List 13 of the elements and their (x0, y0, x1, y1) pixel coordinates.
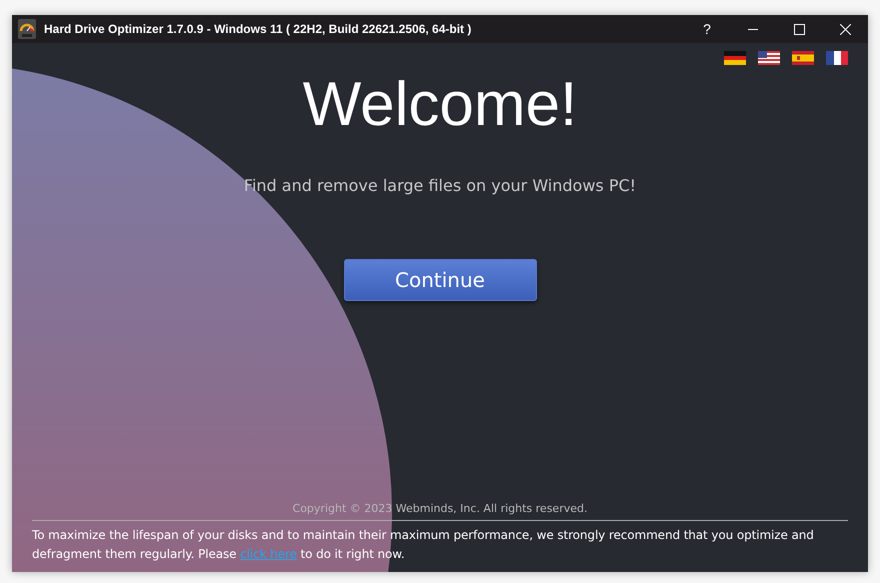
notice-text: To maximize the lifespan of your disks and to maintain their maximum performance, we strongly recommend that you optimize and defragment them regularly. Please click here to do it right now. (32, 527, 815, 563)
continue-button[interactable]: Continue (344, 259, 536, 301)
french-flag-icon[interactable] (826, 51, 848, 65)
german-flag-icon[interactable] (724, 51, 746, 65)
copyright-text: Copyright © 2023 Webminds, Inc. All rights reserved. (292, 502, 588, 515)
help-button[interactable]: ? (684, 15, 730, 43)
close-icon (840, 24, 850, 34)
window-title: Hard Drive Optimizer 1.7.0.9 - Windows 11 ( 22H2, Build 22621.2506, 64-bit ) (44, 22, 472, 36)
gauge-icon (18, 19, 36, 39)
us-flag-icon[interactable] (758, 51, 780, 65)
welcome-heading: Welcome! (302, 69, 578, 140)
maximize-icon (794, 24, 804, 34)
spanish-flag-icon[interactable] (792, 51, 814, 65)
